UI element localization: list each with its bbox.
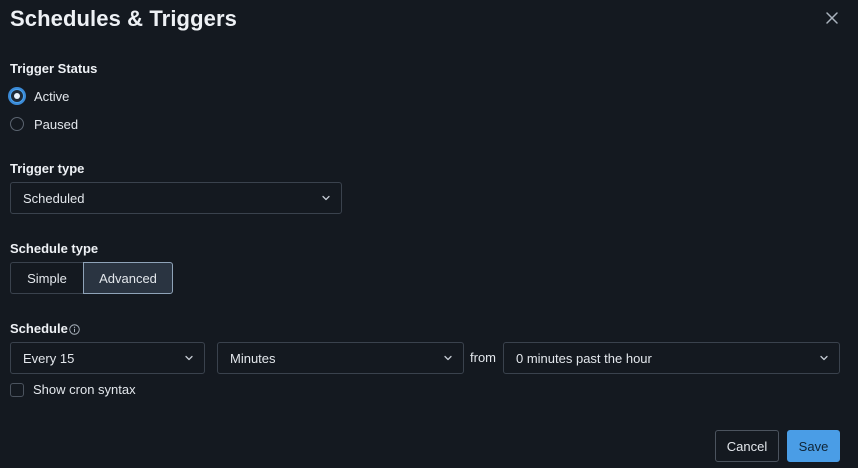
info-icon[interactable] <box>69 324 80 335</box>
cancel-button[interactable]: Cancel <box>715 430 779 462</box>
from-label: from <box>470 350 496 365</box>
schedule-type-simple-button[interactable]: Simple <box>10 262 83 294</box>
radio-active-indicator[interactable] <box>10 89 24 103</box>
show-cron-syntax[interactable]: Show cron syntax <box>10 382 136 397</box>
show-cron-label: Show cron syntax <box>33 382 136 397</box>
show-cron-checkbox[interactable] <box>10 382 24 397</box>
radio-paused-label: Paused <box>34 116 79 132</box>
chevron-down-icon <box>322 195 330 201</box>
save-button[interactable]: Save <box>787 430 840 462</box>
schedule-label: Schedule <box>10 321 68 336</box>
interval-value: Every 15 <box>23 350 75 366</box>
chevron-down-icon <box>185 355 193 361</box>
radio-paused-indicator[interactable] <box>10 117 24 131</box>
trigger-type-select[interactable]: Scheduled <box>10 182 342 214</box>
schedule-type-toggle: Simple Advanced <box>10 262 173 294</box>
trigger-type-value: Scheduled <box>23 190 85 206</box>
interval-select[interactable]: Every 15 <box>10 342 205 374</box>
chevron-down-icon <box>444 355 452 361</box>
offset-select[interactable]: 0 minutes past the hour <box>503 342 840 374</box>
trigger-type-label: Trigger type <box>10 161 85 176</box>
radio-paused[interactable]: Paused <box>10 115 78 133</box>
unit-select[interactable]: Minutes <box>217 342 464 374</box>
schedule-type-label: Schedule type <box>10 241 99 256</box>
close-button[interactable] <box>822 8 842 28</box>
offset-value: 0 minutes past the hour <box>516 350 652 366</box>
radio-active-label: Active <box>34 88 70 104</box>
unit-value: Minutes <box>230 350 276 366</box>
radio-active[interactable]: Active <box>10 87 69 105</box>
dialog-title: Schedules & Triggers <box>10 6 237 31</box>
chevron-down-icon <box>820 355 828 361</box>
trigger-status-label: Trigger Status <box>10 61 98 76</box>
schedule-type-advanced-button[interactable]: Advanced <box>83 262 173 294</box>
schedules-triggers-dialog: Schedules & Triggers Trigger Status Acti… <box>0 0 858 468</box>
close-icon <box>826 12 838 24</box>
